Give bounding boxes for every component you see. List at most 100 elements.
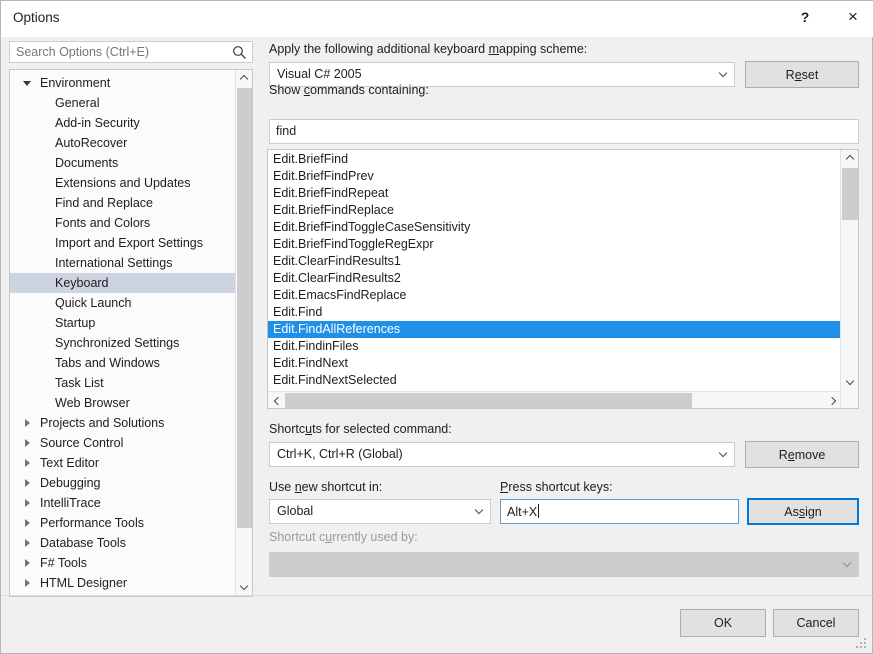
triangle-down-icon[interactable] — [20, 73, 34, 93]
tree-scroll-thumb[interactable] — [237, 88, 252, 528]
reset-button[interactable]: Reset — [745, 61, 859, 88]
close-icon: × — [848, 7, 858, 26]
tree-scroll-down-button[interactable] — [236, 579, 252, 596]
command-list-item[interactable]: Edit.FindNext — [268, 355, 842, 372]
command-list-item[interactable]: Edit.ClearFindResults2 — [268, 270, 842, 287]
shortcut-scope-combo[interactable]: Global — [269, 499, 491, 524]
command-label: Edit.FindinFiles — [273, 339, 359, 353]
chevron-down-icon — [468, 500, 490, 523]
search-input[interactable]: Search Options (Ctrl+E) — [9, 41, 253, 63]
tree-item-html-designer[interactable]: HTML Designer — [10, 573, 235, 593]
expander-glyph — [24, 419, 30, 427]
tree-item-source-control[interactable]: Source Control — [10, 433, 235, 453]
commands-scroll-thumb[interactable] — [842, 168, 858, 220]
commands-scroll-down-button[interactable] — [841, 374, 858, 391]
existing-shortcuts-combo[interactable]: Ctrl+K, Ctrl+R (Global) — [269, 442, 735, 467]
command-list-item[interactable]: Edit.BriefFindToggleCaseSensitivity — [268, 219, 842, 236]
tree-item-keyboard[interactable]: Keyboard — [10, 273, 235, 293]
command-list-item[interactable]: Edit.FindinFiles — [268, 338, 842, 355]
tree-item-label: Debugging — [40, 476, 101, 490]
tree-item-tabs-and-windows[interactable]: Tabs and Windows — [10, 353, 235, 373]
options-tree[interactable]: Environment General Add-in Security AutoRec… — [9, 69, 253, 597]
command-list-item-selected[interactable]: Edit.FindAllReferences — [268, 321, 842, 338]
question-mark-icon: ? — [800, 9, 810, 25]
tree-item-label: General — [55, 96, 100, 110]
triangle-right-icon[interactable] — [20, 553, 34, 573]
triangle-right-icon[interactable] — [20, 433, 34, 453]
tree-item-add-in-security[interactable]: Add-in Security — [10, 113, 235, 133]
triangle-right-icon[interactable] — [20, 573, 34, 593]
command-list-item[interactable]: Edit.FindNextSelected — [268, 372, 842, 389]
commands-scroll-up-button[interactable] — [841, 150, 858, 167]
command-label: Edit.BriefFind — [273, 152, 349, 166]
resize-grip[interactable] — [856, 638, 868, 650]
reset-label: Reset — [785, 67, 819, 82]
command-filter-input[interactable]: find — [269, 119, 859, 144]
tree-item-synchronized-settings[interactable]: Synchronized Settings — [10, 333, 235, 353]
tree-item-find-and-replace[interactable]: Find and Replace — [10, 193, 235, 213]
triangle-right-icon[interactable] — [20, 453, 34, 473]
tree-scroll-up-button[interactable] — [236, 70, 252, 87]
commands-listbox[interactable]: Edit.BriefFind Edit.BriefFindPrev Edit.Bri… — [267, 149, 859, 409]
tree-item-task-list[interactable]: Task List — [10, 373, 235, 393]
hscroll-left-button[interactable] — [268, 392, 285, 408]
tree-item-extensions-and-updates[interactable]: Extensions and Updates — [10, 173, 235, 193]
tree-scrollbar[interactable] — [235, 70, 252, 596]
command-list-item[interactable]: Edit.BriefFindToggleRegExpr — [268, 236, 842, 253]
tree-item-general[interactable]: General — [10, 93, 235, 113]
tree-item-intellitrace[interactable]: IntelliTrace — [10, 493, 235, 513]
tree-item-label: Import and Export Settings — [55, 236, 203, 250]
cancel-label: Cancel — [796, 616, 836, 630]
tree-item-text-editor[interactable]: Text Editor — [10, 453, 235, 473]
triangle-right-icon[interactable] — [20, 473, 34, 493]
tree-item-quick-launch[interactable]: Quick Launch — [10, 293, 235, 313]
press-shortcut-input[interactable]: Alt+X — [500, 499, 739, 524]
close-button[interactable]: × — [830, 1, 873, 33]
press-shortcut-keys-label: Press shortcut keys: — [500, 480, 613, 494]
cancel-button[interactable]: Cancel — [773, 609, 859, 637]
tree-item-autorecover[interactable]: AutoRecover — [10, 133, 235, 153]
command-list-item[interactable]: Edit.BriefFindRepeat — [268, 185, 842, 202]
ok-button[interactable]: OK — [680, 609, 766, 637]
tree-item-label: Extensions and Updates — [55, 176, 191, 190]
tree-item-label: Quick Launch — [55, 296, 132, 310]
triangle-right-icon[interactable] — [20, 513, 34, 533]
tree-item-label: AutoRecover — [55, 136, 128, 150]
tree-item-import-and-export-settings[interactable]: Import and Export Settings — [10, 233, 235, 253]
remove-button[interactable]: Remove — [745, 441, 859, 468]
tree-item-label: Environment — [40, 76, 111, 90]
command-list-item[interactable]: Edit.Find — [268, 304, 842, 321]
triangle-right-icon[interactable] — [20, 533, 34, 553]
hscroll-thumb[interactable] — [285, 393, 692, 408]
tree-item-environment[interactable]: Environment — [10, 73, 235, 93]
command-list-item[interactable]: Edit.BriefFindPrev — [268, 168, 842, 185]
tree-item-f-tools[interactable]: F# Tools — [10, 553, 235, 573]
tree-item-fonts-and-colors[interactable]: Fonts and Colors — [10, 213, 235, 233]
expander-glyph — [24, 559, 30, 567]
tree-item-startup[interactable]: Startup — [10, 313, 235, 333]
command-list-item[interactable]: Edit.EmacsFindReplace — [268, 287, 842, 304]
help-button[interactable]: ? — [782, 1, 828, 33]
assign-button[interactable]: Assign — [747, 498, 859, 525]
text-caret — [538, 504, 540, 518]
command-label: Edit.BriefFindToggleRegExpr — [273, 237, 434, 251]
commands-hscrollbar[interactable] — [268, 391, 842, 408]
command-list-item[interactable]: Edit.ClearFindResults1 — [268, 253, 842, 270]
triangle-right-icon[interactable] — [20, 413, 34, 433]
mapping-scheme-value: Visual C# 2005 — [277, 67, 362, 81]
tree-item-database-tools[interactable]: Database Tools — [10, 533, 235, 553]
tree-item-documents[interactable]: Documents — [10, 153, 235, 173]
triangle-right-icon[interactable] — [20, 493, 34, 513]
commands-vscrollbar[interactable] — [840, 150, 858, 408]
tree-item-debugging[interactable]: Debugging — [10, 473, 235, 493]
command-label: Edit.Find — [273, 305, 323, 319]
tree-item-performance-tools[interactable]: Performance Tools — [10, 513, 235, 533]
tree-item-label: Task List — [55, 376, 104, 390]
command-list-item[interactable]: Edit.BriefFindReplace — [268, 202, 842, 219]
mapping-scheme-label: Apply the following additional keyboard … — [269, 42, 588, 56]
tree-item-projects-and-solutions[interactable]: Projects and Solutions — [10, 413, 235, 433]
tree-item-label: Keyboard — [55, 276, 109, 290]
command-list-item[interactable]: Edit.BriefFind — [268, 151, 842, 168]
tree-item-international-settings[interactable]: International Settings — [10, 253, 235, 273]
tree-item-web-browser[interactable]: Web Browser — [10, 393, 235, 413]
